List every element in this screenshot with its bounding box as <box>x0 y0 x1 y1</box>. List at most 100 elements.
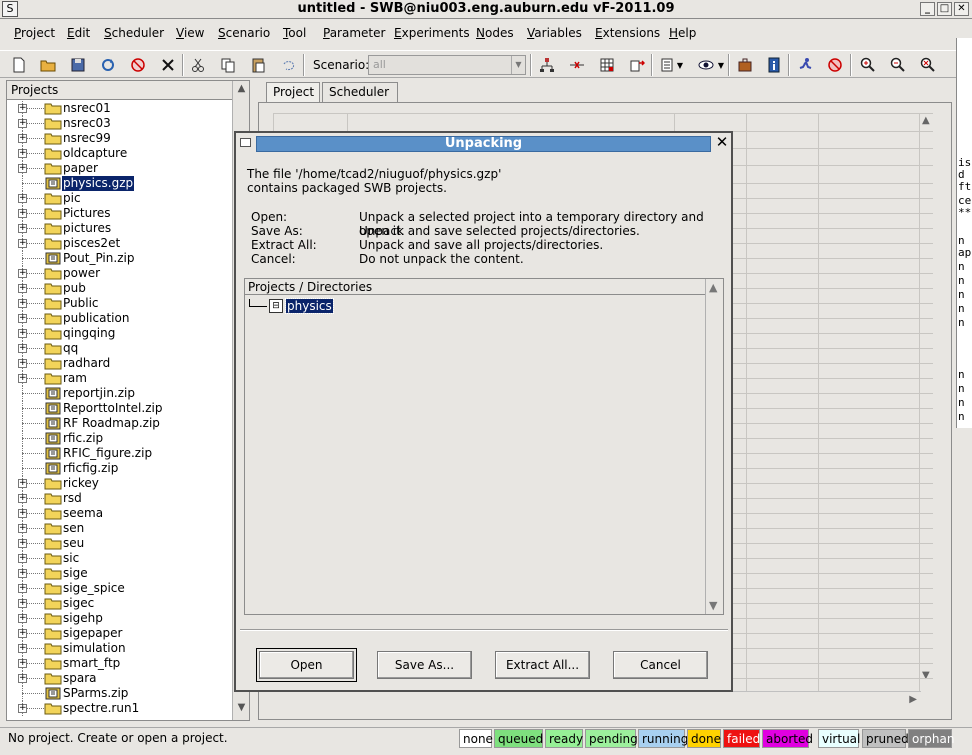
grid-arrow-icon[interactable] <box>627 55 647 75</box>
tree-item[interactable]: + sigec <box>7 596 233 611</box>
expand-icon[interactable]: + <box>18 614 27 623</box>
tree-item[interactable]: + qq <box>7 341 233 356</box>
zoom-out-icon[interactable] <box>888 55 908 75</box>
dialog-menu-icon[interactable] <box>240 138 251 147</box>
tree-item[interactable]: + ram <box>7 371 233 386</box>
menu-view[interactable]: View <box>176 26 204 40</box>
tree-item[interactable]: + sige <box>7 566 233 581</box>
no-entry-icon[interactable] <box>128 55 148 75</box>
menu-project[interactable]: Project <box>14 26 55 40</box>
menu-scheduler[interactable]: Scheduler <box>104 26 164 40</box>
tree-item[interactable]: + seu <box>7 536 233 551</box>
expand-icon[interactable]: + <box>18 704 27 713</box>
expand-icon[interactable]: + <box>18 644 27 653</box>
menu-scenario[interactable]: Scenario <box>218 26 270 40</box>
maximize-button[interactable]: □ <box>937 2 952 16</box>
runner-icon[interactable] <box>795 55 815 75</box>
projects-directories-list[interactable]: Projects / Directories ⊟ physics ▲ ▼ <box>244 278 724 615</box>
tree-item[interactable]: rficfig.zip <box>7 461 233 476</box>
scroll-up-icon[interactable]: ▲ <box>709 281 717 294</box>
menu-extensions[interactable]: Extensions <box>595 26 660 40</box>
open-button[interactable]: Open <box>256 648 357 682</box>
tree-item[interactable]: + rickey <box>7 476 233 491</box>
expand-icon[interactable]: + <box>18 659 27 668</box>
tree-item[interactable]: + radhard <box>7 356 233 371</box>
chevron-down-icon[interactable]: ▼ <box>716 55 726 75</box>
expand-icon[interactable]: + <box>18 119 27 128</box>
copy-icon[interactable] <box>218 55 238 75</box>
expand-icon[interactable]: + <box>18 209 27 218</box>
tree-item[interactable]: + oldcapture <box>7 146 233 161</box>
tree-item[interactable]: + nsrec99 <box>7 131 233 146</box>
expand-icon[interactable]: + <box>18 224 27 233</box>
projects-tree[interactable]: + nsrec01 + nsrec03 + nsrec99 + oldcapture + pape… <box>7 101 233 721</box>
expand-icon[interactable]: + <box>18 599 27 608</box>
delete-icon[interactable] <box>158 55 178 75</box>
tree-item[interactable]: + pictures <box>7 221 233 236</box>
expand-icon[interactable]: + <box>18 494 27 503</box>
minimize-button[interactable]: _ <box>920 2 935 16</box>
menu-help[interactable]: Help <box>669 26 696 40</box>
tree-item[interactable]: + qingqing <box>7 326 233 341</box>
tree-item[interactable]: + sigepaper <box>7 626 233 641</box>
info-icon[interactable] <box>764 55 784 75</box>
expand-icon[interactable]: + <box>18 524 27 533</box>
tab-project[interactable]: Project <box>266 82 320 102</box>
expand-icon[interactable]: + <box>18 329 27 338</box>
refresh-icon[interactable] <box>98 55 118 75</box>
list-scrollbar[interactable]: ▲ ▼ <box>705 279 723 614</box>
tree-item[interactable]: + Pictures <box>7 206 233 221</box>
expand-icon[interactable]: + <box>18 374 27 383</box>
save-icon[interactable] <box>68 55 88 75</box>
tree-item[interactable]: + simulation <box>7 641 233 656</box>
tree-item[interactable]: + nsrec01 <box>7 101 233 116</box>
expand-icon[interactable]: + <box>18 149 27 158</box>
tab-scheduler[interactable]: Scheduler <box>322 82 398 102</box>
tree-item[interactable]: + paper <box>7 161 233 176</box>
expand-icon[interactable]: + <box>18 299 27 308</box>
tree-item[interactable]: rfic.zip <box>7 431 233 446</box>
tree-item[interactable]: + rsd <box>7 491 233 506</box>
table-icon[interactable] <box>657 55 677 75</box>
tree-item[interactable]: RFIC_figure.zip <box>7 446 233 461</box>
menu-nodes[interactable]: Nodes <box>476 26 514 40</box>
expand-icon[interactable]: + <box>18 569 27 578</box>
close-window-button[interactable]: ✕ <box>954 2 969 16</box>
zoom-reset-icon[interactable] <box>918 55 938 75</box>
menu-edit[interactable]: Edit <box>67 26 90 40</box>
tree-item[interactable]: + sen <box>7 521 233 536</box>
expand-icon[interactable]: + <box>18 314 27 323</box>
tree-item[interactable]: + pic <box>7 191 233 206</box>
save-as-button[interactable]: Save As... <box>377 651 472 679</box>
scroll-down-icon[interactable]: ▼ <box>709 599 717 612</box>
tree-item[interactable]: + sigehp <box>7 611 233 626</box>
menu-tool[interactable]: Tool <box>283 26 306 40</box>
eye-icon[interactable] <box>694 55 718 75</box>
tree-item[interactable]: ReporttoIntel.zip <box>7 401 233 416</box>
grid-horizontal-scrollbar[interactable]: ▶ <box>259 691 921 709</box>
expand-icon[interactable]: + <box>18 629 27 638</box>
tree-item[interactable]: + publication <box>7 311 233 326</box>
scenario-select[interactable]: all ▼ <box>368 55 526 75</box>
scroll-down-icon[interactable]: ▼ <box>234 702 249 718</box>
expand-icon[interactable]: + <box>18 479 27 488</box>
node-add-icon[interactable] <box>537 55 557 75</box>
tree-item[interactable]: RF Roadmap.zip <box>7 416 233 431</box>
tree-item[interactable]: + Public <box>7 296 233 311</box>
expand-icon[interactable]: + <box>18 284 27 293</box>
tree-item[interactable]: + pisces2et <box>7 236 233 251</box>
chevron-down-icon[interactable]: ▼ <box>511 56 525 74</box>
expand-icon[interactable]: + <box>18 239 27 248</box>
expand-icon[interactable]: + <box>18 104 27 113</box>
scroll-right-icon[interactable]: ▶ <box>909 694 917 705</box>
open-folder-icon[interactable] <box>38 55 58 75</box>
paste-icon[interactable] <box>248 55 268 75</box>
expand-icon[interactable]: + <box>18 269 27 278</box>
tree-item[interactable]: + power <box>7 266 233 281</box>
undo-icon[interactable] <box>278 55 298 75</box>
grid-icon[interactable] <box>597 55 617 75</box>
tree-item[interactable]: + nsrec03 <box>7 116 233 131</box>
scroll-down-icon[interactable]: ▼ <box>922 670 930 681</box>
tree-item[interactable]: + spara <box>7 671 233 686</box>
expand-icon[interactable]: + <box>18 554 27 563</box>
